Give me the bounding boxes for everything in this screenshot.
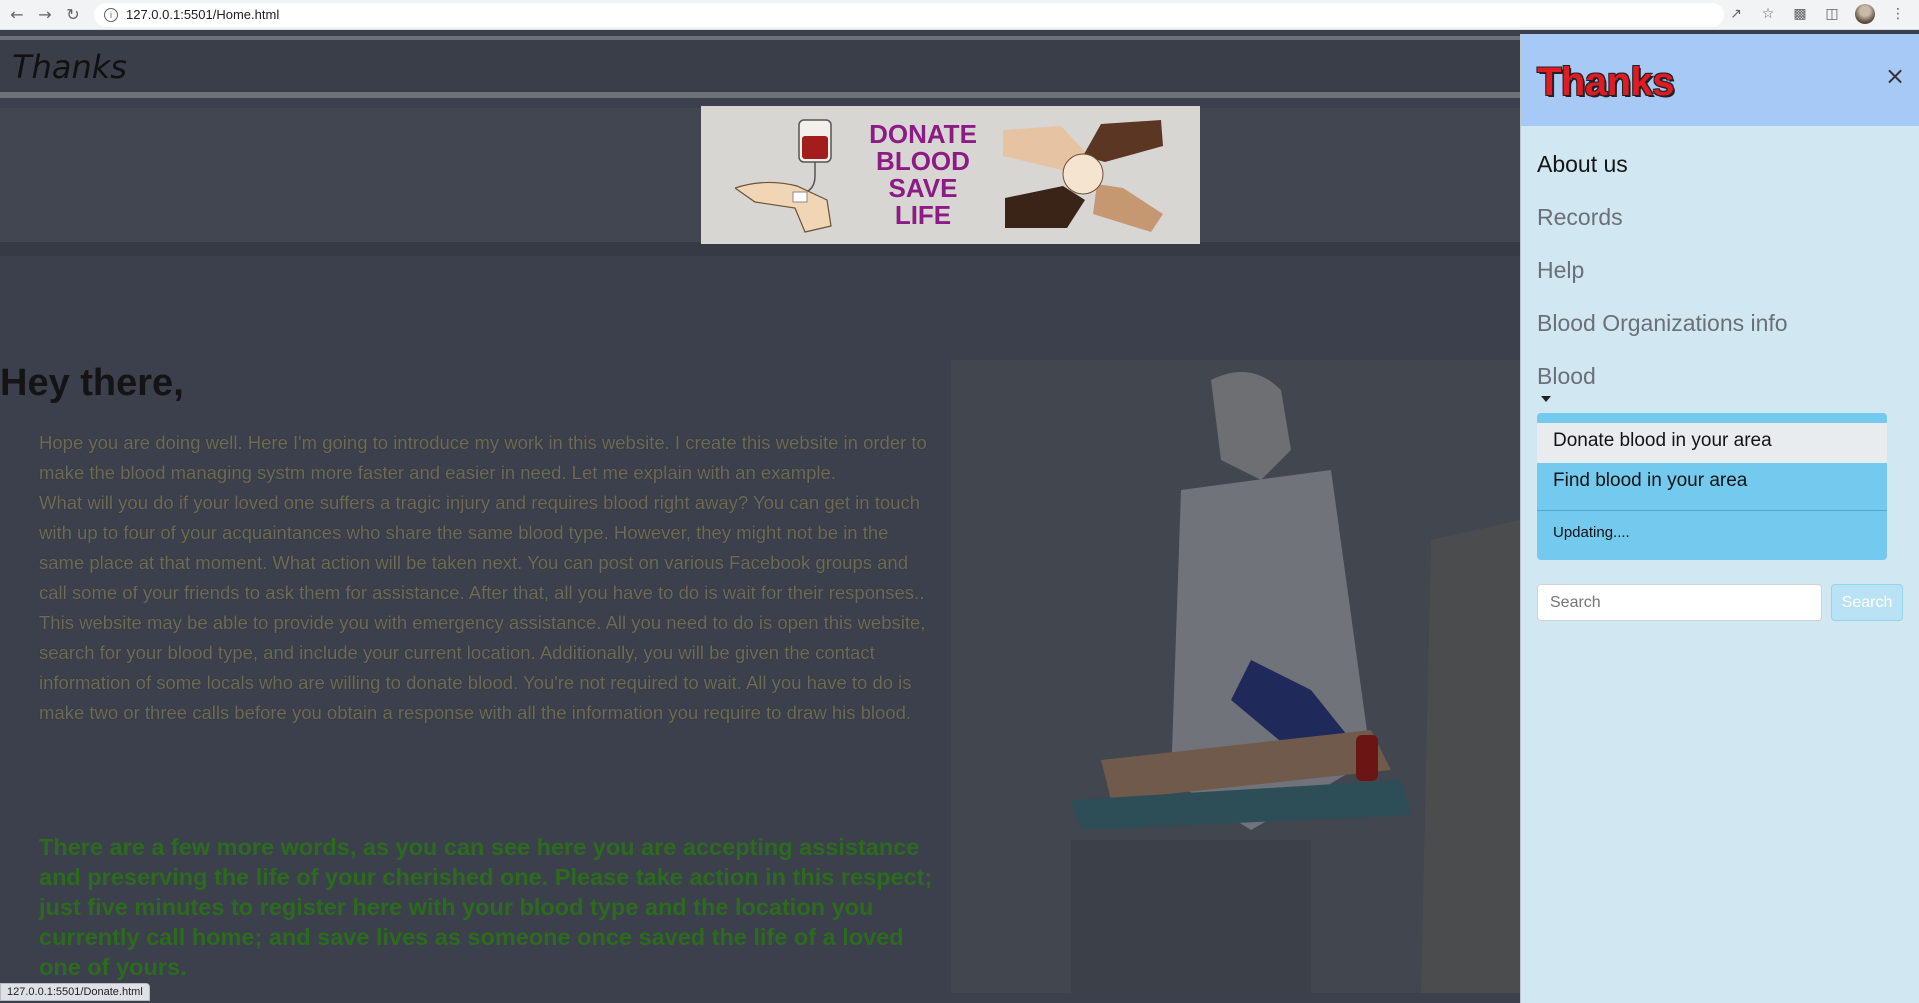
offcanvas-title: Thanks bbox=[1537, 60, 1675, 104]
profile-avatar[interactable] bbox=[1855, 4, 1875, 24]
dropdown-caret-icon[interactable] bbox=[1541, 396, 1551, 402]
donate-banner: DONATE BLOOD SAVE LIFE bbox=[701, 106, 1200, 244]
status-bar-url: 127.0.0.1:5501/Donate.html bbox=[0, 983, 150, 1001]
menu-icon[interactable]: ⋮ bbox=[1889, 5, 1907, 23]
nav-link-help[interactable]: Help bbox=[1537, 254, 1919, 307]
offcanvas-nav: About us Records Help Blood Organization… bbox=[1521, 126, 1919, 413]
back-icon[interactable]: ← bbox=[6, 4, 28, 26]
dropdown-item-donate[interactable]: Donate blood in your area bbox=[1537, 423, 1887, 463]
joined-hands-illustration bbox=[1001, 116, 1166, 234]
reload-icon[interactable]: ↻ bbox=[62, 4, 84, 26]
brand-title[interactable]: Thanks bbox=[12, 48, 127, 86]
navbar: Thanks bbox=[0, 36, 1520, 98]
search-input[interactable] bbox=[1537, 584, 1822, 621]
intro-text: Hope you are doing well. Here I'm going … bbox=[39, 428, 934, 728]
star-icon[interactable]: ☆ bbox=[1759, 5, 1777, 23]
address-bar[interactable]: i 127.0.0.1:5501/Home.html bbox=[94, 2, 1724, 27]
dropdown-item-find[interactable]: Find blood in your area bbox=[1537, 463, 1887, 503]
url-text: 127.0.0.1:5501/Home.html bbox=[126, 7, 280, 22]
page-content: Thanks DONATE BLOOD SAVE LIFE Hey there,… bbox=[0, 30, 1520, 1003]
search-button[interactable]: Search bbox=[1831, 584, 1903, 621]
sidepanel-icon[interactable]: ◫ bbox=[1823, 5, 1841, 23]
blood-dropdown-menu: Donate blood in your area Find blood in … bbox=[1537, 413, 1887, 560]
intro-paragraph: What will you do if your loved one suffe… bbox=[39, 492, 925, 603]
forward-icon[interactable]: → bbox=[34, 4, 56, 26]
nav-link-blood-organizations[interactable]: Blood Organizations info bbox=[1537, 307, 1919, 360]
nav-dropdown-blood[interactable]: Blood bbox=[1537, 360, 1919, 413]
blood-bag-illustration bbox=[733, 116, 845, 234]
dropdown-divider bbox=[1537, 510, 1887, 511]
share-icon[interactable]: ↗ bbox=[1727, 5, 1745, 23]
highlight-text: There are a few more words, as you can s… bbox=[39, 834, 933, 980]
offcanvas-header: Thanks × bbox=[1521, 34, 1919, 126]
nav-link-records[interactable]: Records bbox=[1537, 201, 1919, 254]
search-form: Search bbox=[1537, 584, 1903, 621]
red-text-peek bbox=[150, 998, 950, 1003]
dropdown-item-updating[interactable]: Updating.... bbox=[1537, 521, 1887, 545]
intro-paragraph: This website may be able to provide you … bbox=[39, 612, 926, 723]
extensions-icon[interactable]: ▩ bbox=[1791, 5, 1809, 23]
intro-paragraph: Hope you are doing well. Here I'm going … bbox=[39, 432, 927, 483]
close-icon[interactable]: × bbox=[1883, 64, 1907, 88]
banner-slogan: DONATE BLOOD SAVE LIFE bbox=[869, 119, 977, 230]
greeting-heading: Hey there, bbox=[0, 362, 184, 404]
nav-link-about-us[interactable]: About us bbox=[1537, 148, 1919, 201]
blood-donation-photo bbox=[951, 360, 1520, 993]
browser-toolbar: ← → ↻ i 127.0.0.1:5501/Home.html ↗ ☆ ▩ ◫… bbox=[0, 0, 1919, 30]
info-icon[interactable]: i bbox=[104, 7, 118, 22]
